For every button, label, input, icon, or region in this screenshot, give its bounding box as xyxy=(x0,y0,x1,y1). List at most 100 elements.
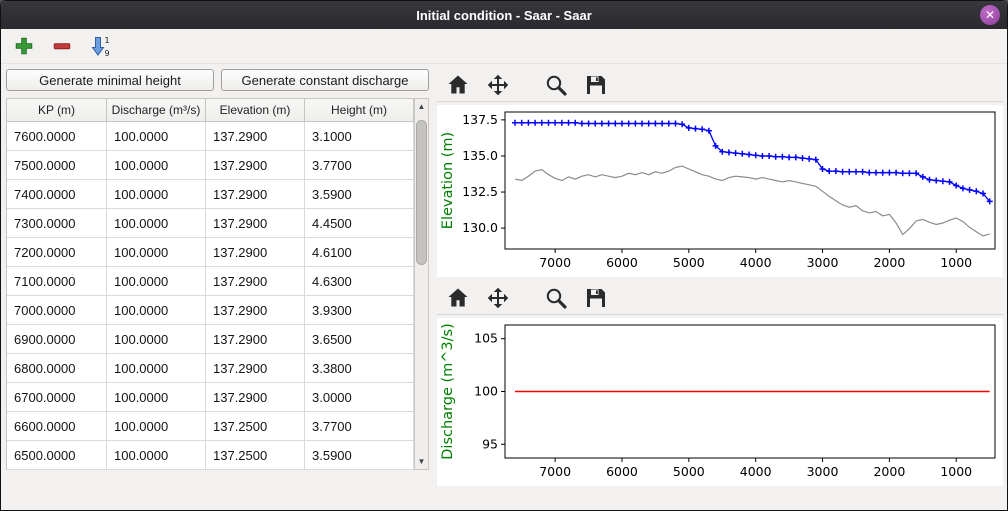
table-cell[interactable]: 4.4500 xyxy=(305,209,414,238)
table-cell[interactable]: 137.2900 xyxy=(206,151,305,180)
table-row[interactable]: 7300.0000100.0000137.29004.4500 xyxy=(7,209,414,238)
zoom-button[interactable] xyxy=(543,285,569,311)
close-button[interactable]: ✕ xyxy=(980,5,1000,25)
pan-button[interactable] xyxy=(485,285,511,311)
table-cell[interactable]: 137.2900 xyxy=(206,267,305,296)
pan-icon xyxy=(486,286,510,310)
save-button[interactable] xyxy=(583,285,609,311)
table-cell[interactable]: 3.1000 xyxy=(305,122,414,151)
initial-condition-table: KP (m) Discharge (m³/s) Elevation (m) He… xyxy=(6,98,429,470)
table-cell[interactable]: 137.2900 xyxy=(206,296,305,325)
add-row-button[interactable] xyxy=(11,33,37,59)
table-cell[interactable]: 7000.0000 xyxy=(7,296,107,325)
sort-button[interactable]: 1 9 xyxy=(87,33,113,59)
table-cell[interactable]: 100.0000 xyxy=(107,296,206,325)
table-cell[interactable]: 100.0000 xyxy=(107,325,206,354)
table-cell[interactable]: 3.0000 xyxy=(305,383,414,412)
pan-button[interactable] xyxy=(485,72,511,98)
titlebar[interactable]: Initial condition - Saar - Saar ✕ xyxy=(1,1,1007,29)
table-scrollbar[interactable]: ▲ ▼ xyxy=(414,98,429,470)
column-header-elevation[interactable]: Elevation (m) xyxy=(206,99,305,122)
x-tick-label: 1000 xyxy=(940,255,972,270)
table-row[interactable]: 7200.0000100.0000137.29004.6100 xyxy=(7,238,414,267)
table-cell[interactable]: 6700.0000 xyxy=(7,383,107,412)
scrollbar-track[interactable] xyxy=(415,114,428,454)
table-cell[interactable]: 100.0000 xyxy=(107,441,206,470)
table-cell[interactable]: 6600.0000 xyxy=(7,412,107,441)
table-cell[interactable]: 7500.0000 xyxy=(7,151,107,180)
table-cell[interactable]: 6800.0000 xyxy=(7,354,107,383)
x-tick-label: 1000 xyxy=(940,464,972,479)
table-cell[interactable]: 100.0000 xyxy=(107,180,206,209)
table-cell[interactable]: 7300.0000 xyxy=(7,209,107,238)
table-cell[interactable]: 7100.0000 xyxy=(7,267,107,296)
left-panel: Generate minimal height Generate constan… xyxy=(1,64,433,511)
scrollbar-thumb[interactable] xyxy=(416,120,427,265)
table-cell[interactable]: 100.0000 xyxy=(107,267,206,296)
table-row[interactable]: 6900.0000100.0000137.29003.6500 xyxy=(7,325,414,354)
table-cell[interactable]: 137.2900 xyxy=(206,122,305,151)
table-cell[interactable]: 100.0000 xyxy=(107,412,206,441)
scroll-up-button[interactable]: ▲ xyxy=(415,99,428,114)
table-cell[interactable]: 3.7700 xyxy=(305,412,414,441)
table-cell[interactable]: 137.2500 xyxy=(206,412,305,441)
remove-row-button[interactable] xyxy=(49,33,75,59)
table-cell[interactable]: 3.3800 xyxy=(305,354,414,383)
table-cell[interactable]: 7200.0000 xyxy=(7,238,107,267)
table-cell[interactable]: 4.6100 xyxy=(305,238,414,267)
table-cell[interactable]: 100.0000 xyxy=(107,354,206,383)
table-cell[interactable]: 6500.0000 xyxy=(7,441,107,470)
table-cell[interactable]: 137.2900 xyxy=(206,209,305,238)
table-cell[interactable]: 100.0000 xyxy=(107,122,206,151)
table-row[interactable]: 7400.0000100.0000137.29003.5900 xyxy=(7,180,414,209)
table-row[interactable]: 6600.0000100.0000137.25003.7700 xyxy=(7,412,414,441)
table-row[interactable]: 7100.0000100.0000137.29004.6300 xyxy=(7,267,414,296)
table-row[interactable]: 6800.0000100.0000137.29003.3800 xyxy=(7,354,414,383)
x-tick-label: 6000 xyxy=(606,255,638,270)
table-cell[interactable]: 3.7700 xyxy=(305,151,414,180)
table-cell[interactable]: 3.5900 xyxy=(305,180,414,209)
table-cell[interactable]: 137.2500 xyxy=(206,441,305,470)
save-button[interactable] xyxy=(583,72,609,98)
table-cell[interactable]: 3.5900 xyxy=(305,441,414,470)
table-cell[interactable]: 137.2900 xyxy=(206,180,305,209)
scroll-down-button[interactable]: ▼ xyxy=(415,454,428,469)
table-cell[interactable]: 137.2900 xyxy=(206,325,305,354)
table-cell[interactable]: 7400.0000 xyxy=(7,180,107,209)
table-cell[interactable]: 3.6500 xyxy=(305,325,414,354)
elevation-chart[interactable]: 7000600050004000300020001000130.0132.513… xyxy=(437,105,1003,277)
x-tick-label: 5000 xyxy=(673,255,705,270)
table-cell[interactable]: 137.2900 xyxy=(206,354,305,383)
discharge-chart[interactable]: 700060005000400030002000100095100105Disc… xyxy=(437,318,1003,486)
column-header-height[interactable]: Height (m) xyxy=(305,99,414,122)
table-cell[interactable]: 7600.0000 xyxy=(7,122,107,151)
generate-minimal-height-button[interactable]: Generate minimal height xyxy=(6,69,214,91)
table-row[interactable]: 6700.0000100.0000137.29003.0000 xyxy=(7,383,414,412)
table-row[interactable]: 7600.0000100.0000137.29003.1000 xyxy=(7,122,414,151)
zoom-icon xyxy=(544,73,568,97)
generate-constant-discharge-button[interactable]: Generate constant discharge xyxy=(221,69,429,91)
x-tick-label: 4000 xyxy=(740,464,772,479)
table-header: KP (m) Discharge (m³/s) Elevation (m) He… xyxy=(7,99,414,122)
table-cell[interactable]: 4.6300 xyxy=(305,267,414,296)
elevation-plot-toolbar xyxy=(437,68,1003,102)
table-cell[interactable]: 3.9300 xyxy=(305,296,414,325)
table-row[interactable]: 7500.0000100.0000137.29003.7700 xyxy=(7,151,414,180)
home-button[interactable] xyxy=(445,285,471,311)
table-row[interactable]: 7000.0000100.0000137.29003.9300 xyxy=(7,296,414,325)
table-cell[interactable]: 137.2900 xyxy=(206,238,305,267)
column-header-discharge[interactable]: Discharge (m³/s) xyxy=(107,99,206,122)
table-cell[interactable]: 100.0000 xyxy=(107,238,206,267)
generate-buttons-row: Generate minimal height Generate constan… xyxy=(6,69,429,91)
table-cell[interactable]: 100.0000 xyxy=(107,383,206,412)
window-title: Initial condition - Saar - Saar xyxy=(416,8,592,23)
table-row[interactable]: 6500.0000100.0000137.25003.5900 xyxy=(7,441,414,470)
table-cell[interactable]: 6900.0000 xyxy=(7,325,107,354)
home-button[interactable] xyxy=(445,72,471,98)
zoom-button[interactable] xyxy=(543,72,569,98)
table-cell[interactable]: 100.0000 xyxy=(107,151,206,180)
column-header-kp[interactable]: KP (m) xyxy=(7,99,107,122)
table-cell[interactable]: 100.0000 xyxy=(107,209,206,238)
table-cell[interactable]: 137.2900 xyxy=(206,383,305,412)
right-panel: 7000600050004000300020001000130.0132.513… xyxy=(433,64,1007,511)
